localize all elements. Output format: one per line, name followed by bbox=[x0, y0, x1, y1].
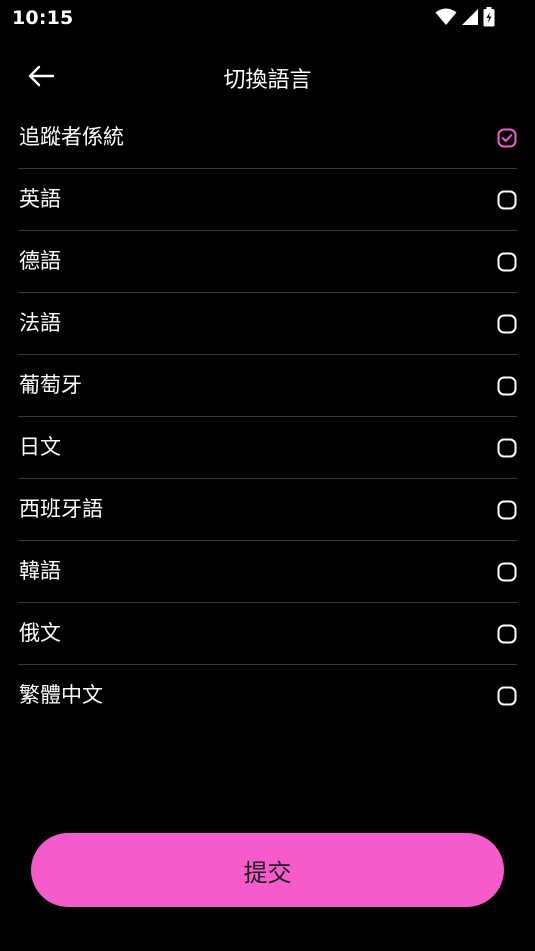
app-bar: 切換語言 bbox=[0, 48, 535, 106]
language-option[interactable]: 繁體中文 bbox=[18, 665, 517, 727]
checkbox-unchecked-icon[interactable] bbox=[497, 500, 517, 520]
language-option[interactable]: 葡萄牙 bbox=[18, 355, 517, 417]
language-option[interactable]: 德語 bbox=[18, 231, 517, 293]
language-label: 繁體中文 bbox=[19, 683, 103, 707]
language-option[interactable]: 日文 bbox=[18, 417, 517, 479]
language-option[interactable]: 俄文 bbox=[18, 603, 517, 665]
checkbox-unchecked-icon[interactable] bbox=[497, 314, 517, 334]
battery-charging-icon bbox=[483, 7, 495, 27]
checkbox-unchecked-icon[interactable] bbox=[497, 562, 517, 582]
checkbox-unchecked-icon[interactable] bbox=[497, 252, 517, 272]
language-option[interactable]: 西班牙語 bbox=[18, 479, 517, 541]
language-label: 西班牙語 bbox=[19, 497, 103, 521]
language-label: 法語 bbox=[19, 311, 61, 335]
language-label: 日文 bbox=[19, 435, 61, 459]
checkbox-unchecked-icon[interactable] bbox=[497, 624, 517, 644]
submit-button[interactable]: 提交 bbox=[31, 833, 504, 907]
checkbox-unchecked-icon[interactable] bbox=[497, 376, 517, 396]
language-label: 英語 bbox=[19, 187, 61, 211]
status-time: 10:15 bbox=[12, 7, 74, 29]
page-title: 切換語言 bbox=[223, 68, 312, 93]
checkbox-unchecked-icon[interactable] bbox=[497, 190, 517, 210]
language-option[interactable]: 法語 bbox=[18, 293, 517, 355]
checkbox-unchecked-icon[interactable] bbox=[497, 686, 517, 706]
status-bar: 10:15 bbox=[0, 0, 535, 38]
checkbox-checked-icon[interactable] bbox=[497, 128, 517, 148]
language-label: 德語 bbox=[19, 249, 61, 273]
language-label: 俄文 bbox=[19, 621, 61, 645]
language-label: 追蹤者係統 bbox=[19, 125, 124, 149]
language-label: 韓語 bbox=[19, 559, 61, 583]
language-label: 葡萄牙 bbox=[19, 373, 82, 397]
language-option[interactable]: 追蹤者係統 bbox=[18, 107, 517, 169]
language-option[interactable]: 英語 bbox=[18, 169, 517, 231]
status-icons bbox=[435, 6, 495, 28]
wifi-icon bbox=[435, 8, 457, 26]
language-list: 追蹤者係統英語德語法語葡萄牙日文西班牙語韓語俄文繁體中文 bbox=[18, 107, 517, 727]
language-option[interactable]: 韓語 bbox=[18, 541, 517, 603]
signal-icon bbox=[461, 8, 479, 26]
checkbox-unchecked-icon[interactable] bbox=[497, 438, 517, 458]
